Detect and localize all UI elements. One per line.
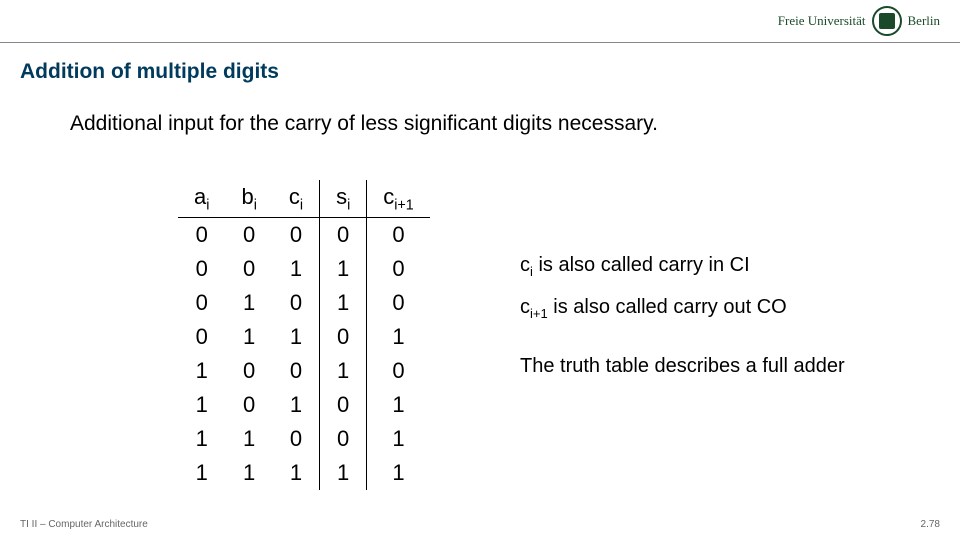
table-cell: 1 (273, 388, 320, 422)
table-cell: 0 (273, 422, 320, 456)
table-cell: 0 (367, 218, 430, 253)
table-cell: 0 (320, 320, 367, 354)
table-row: 11111 (178, 456, 430, 490)
seal-icon (872, 6, 902, 36)
table-row: 11001 (178, 422, 430, 456)
note-ci: ci is also called carry in CI (520, 250, 845, 282)
table-cell: 0 (320, 218, 367, 253)
table-row: 10101 (178, 388, 430, 422)
column-header: ci (273, 180, 320, 218)
table-cell: 1 (225, 422, 272, 456)
table-row: 00110 (178, 252, 430, 286)
column-header: ci+1 (367, 180, 430, 218)
table-cell: 1 (367, 388, 430, 422)
slide-title: Addition of multiple digits (20, 60, 279, 84)
university-logo: Freie Universität Berlin (778, 6, 940, 36)
table-cell: 1 (273, 320, 320, 354)
table-cell: 0 (178, 320, 225, 354)
table-row: 00000 (178, 218, 430, 253)
side-notes: ci is also called carry in CI ci+1 is al… (520, 250, 845, 391)
column-header: bi (225, 180, 272, 218)
table-cell: 0 (178, 286, 225, 320)
table-cell: 1 (367, 456, 430, 490)
table-cell: 0 (225, 252, 272, 286)
slide-subtitle: Additional input for the carry of less s… (70, 112, 658, 136)
note-full-adder: The truth table describes a full adder (520, 351, 845, 381)
table-cell: 1 (178, 422, 225, 456)
table-cell: 0 (225, 388, 272, 422)
table-cell: 0 (225, 218, 272, 253)
table-cell: 1 (320, 286, 367, 320)
table-cell: 1 (225, 320, 272, 354)
column-header: si (320, 180, 367, 218)
table-cell: 1 (178, 456, 225, 490)
table-cell: 1 (273, 252, 320, 286)
table-cell: 0 (367, 252, 430, 286)
table-cell: 0 (367, 354, 430, 388)
logo-text-left: Freie Universität (778, 13, 866, 29)
logo-text-right: Berlin (908, 13, 941, 29)
table-cell: 1 (225, 286, 272, 320)
table-cell: 1 (367, 320, 430, 354)
note-co: ci+1 is also called carry out CO (520, 292, 845, 324)
table-cell: 1 (178, 354, 225, 388)
table-row: 10010 (178, 354, 430, 388)
table-cell: 1 (367, 422, 430, 456)
table-cell: 0 (225, 354, 272, 388)
table-row: 01010 (178, 286, 430, 320)
table-cell: 0 (320, 388, 367, 422)
column-header: ai (178, 180, 225, 218)
table-cell: 1 (225, 456, 272, 490)
table-cell: 1 (273, 456, 320, 490)
table-cell: 0 (178, 218, 225, 253)
table-cell: 0 (178, 252, 225, 286)
truth-table: aibicisici+1 000000011001010011011001010… (178, 180, 430, 490)
table-cell: 1 (320, 354, 367, 388)
footer-course: TI II – Computer Architecture (20, 519, 148, 530)
table-cell: 0 (320, 422, 367, 456)
table-cell: 1 (320, 456, 367, 490)
table-cell: 0 (367, 286, 430, 320)
table-cell: 0 (273, 286, 320, 320)
table-cell: 0 (273, 218, 320, 253)
table-cell: 0 (273, 354, 320, 388)
table-row: 01101 (178, 320, 430, 354)
footer-page: 2.78 (921, 519, 940, 530)
table-cell: 1 (178, 388, 225, 422)
table-cell: 1 (320, 252, 367, 286)
header-rule (0, 42, 960, 43)
